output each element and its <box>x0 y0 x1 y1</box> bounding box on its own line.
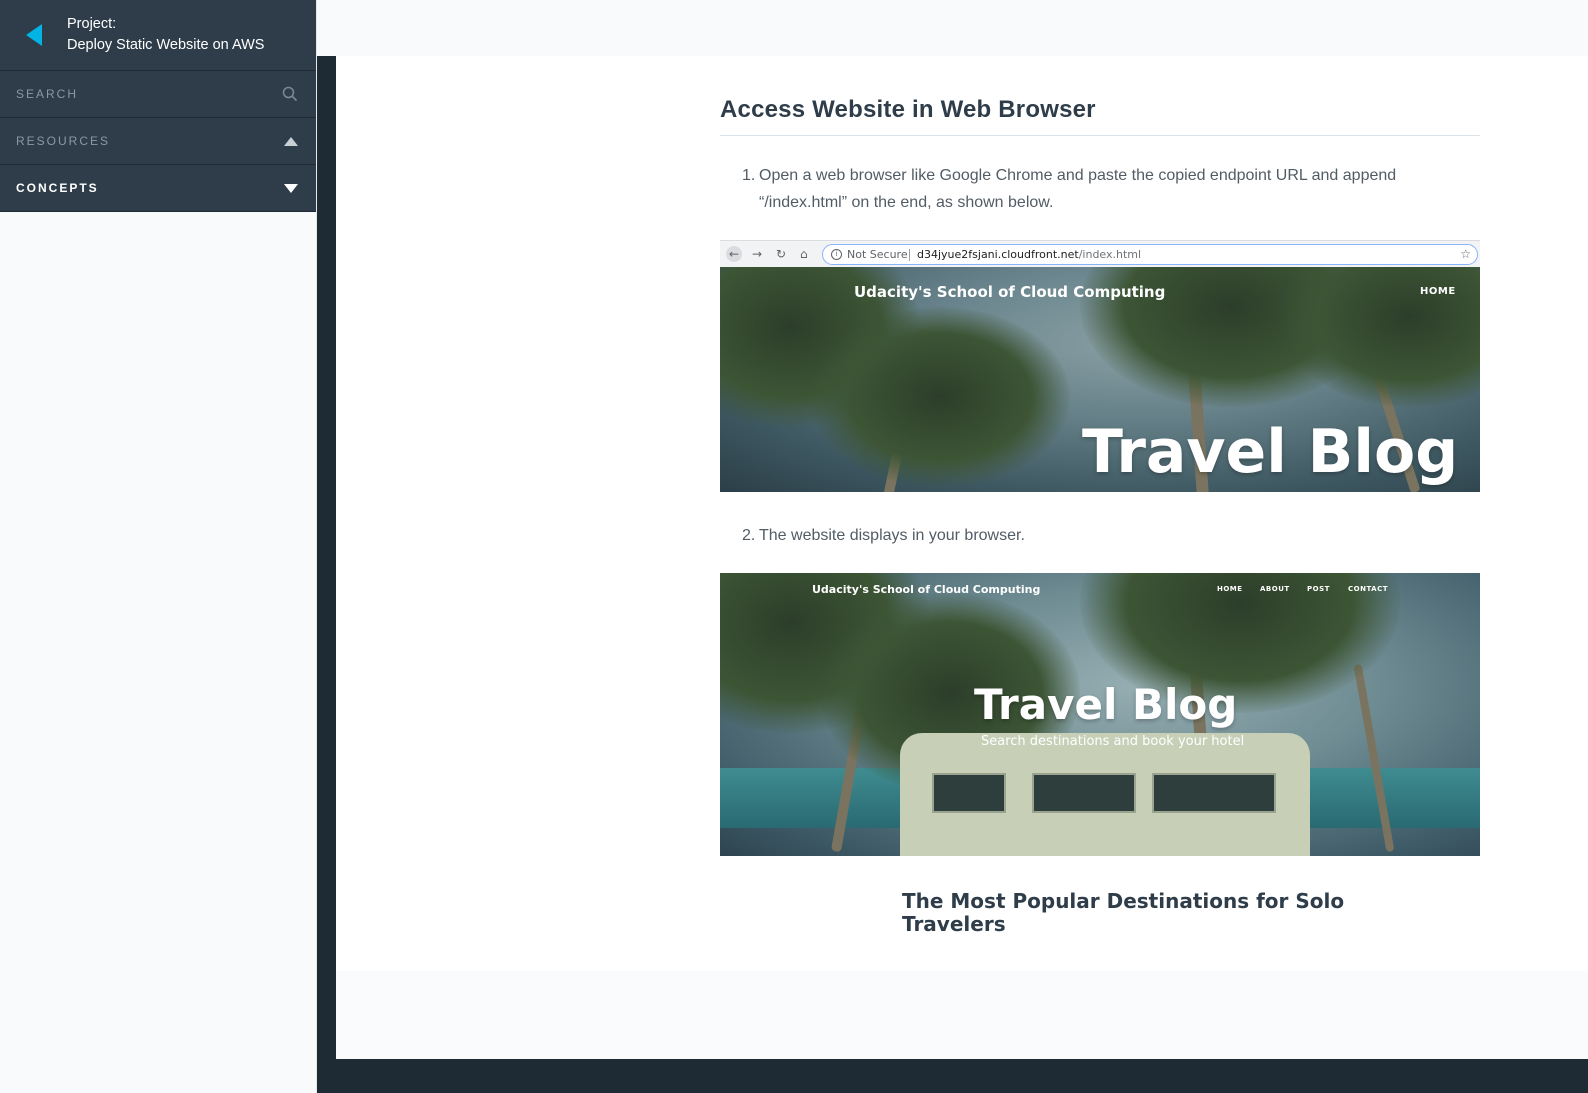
address-separator <box>909 249 910 261</box>
chevron-down-icon <box>284 183 298 193</box>
address-url: d34jyue2fsjani.cloudfront.net/index.html <box>917 245 1141 264</box>
project-info: Project: Deploy Static Website on AWS <box>67 14 264 56</box>
content-area[interactable]: Access Website in Web Browser 1. Open a … <box>336 56 1588 1059</box>
url-path: /index.html <box>1078 248 1142 261</box>
search-label: SEARCH <box>16 87 79 101</box>
section-title: Access Website in Web Browser <box>720 96 1096 123</box>
sidebar-item-resources[interactable]: RESOURCES <box>0 118 316 165</box>
url-host: d34jyue2fsjani.cloudfront.net <box>917 248 1079 261</box>
hero-title: Travel Blog <box>974 680 1238 729</box>
home-icon: ⌂ <box>800 247 808 261</box>
destinations-heading: The Most Popular Destinations for Solo T… <box>902 889 1345 936</box>
hero-image: Udacity's School of Cloud Computing HOME… <box>720 267 1480 492</box>
star-icon: ☆ <box>1460 247 1471 261</box>
search-icon <box>282 86 298 102</box>
hero-subtitle: Search destinations and book your hotel <box>981 734 1245 749</box>
sidebar-header: Project: Deploy Static Website on AWS <box>0 0 316 71</box>
info-icon: i <box>831 249 842 260</box>
van-window <box>1032 773 1136 813</box>
chevron-up-icon <box>284 136 298 146</box>
hero-nav-post: POST <box>1307 585 1330 593</box>
sidebar-item-concepts[interactable]: CONCEPTS <box>0 165 316 212</box>
forward-icon: → <box>752 247 763 261</box>
section-divider <box>720 135 1480 136</box>
not-secure-label: Not Secure <box>847 248 908 261</box>
concepts-label: CONCEPTS <box>16 181 99 195</box>
screenshot-browser-url: ← → ↻ ⌂ i Not Secure d34jyue2fsjani.clou… <box>720 240 1480 492</box>
resources-label: RESOURCES <box>16 134 111 148</box>
hero-nav-contact: CONTACT <box>1348 585 1389 593</box>
project-label: Project: <box>67 16 117 32</box>
project-name: Deploy Static Website on AWS <box>67 37 265 53</box>
sidebar-search[interactable]: SEARCH <box>0 71 316 118</box>
address-bar: i Not Secure d34jyue2fsjani.cloudfront.n… <box>822 244 1478 265</box>
palm-foliage <box>810 307 1070 487</box>
reload-icon: ↻ <box>776 247 787 261</box>
sidebar: Project: Deploy Static Website on AWS SE… <box>0 0 317 1093</box>
step-number: 1. <box>742 167 756 184</box>
screenshot-website: Udacity's School of Cloud Computing HOME… <box>720 573 1480 856</box>
hero-nav-home: HOME <box>1217 585 1243 593</box>
step-text: Open a web browser like Google Chrome an… <box>759 167 1397 211</box>
step-text: The website displays in your browser. <box>759 527 1025 544</box>
van-window <box>932 773 1006 813</box>
back-arrow-icon <box>25 24 42 46</box>
top-bar <box>317 0 1588 56</box>
step-2: 2. The website displays in your browser. <box>742 522 1442 549</box>
browser-toolbar: ← → ↻ ⌂ i Not Secure d34jyue2fsjani.clou… <box>720 240 1480 267</box>
content-card: Access Website in Web Browser 1. Open a … <box>336 56 1588 971</box>
van-window <box>1152 773 1276 813</box>
step-1: 1. Open a web browser like Google Chrome… <box>742 162 1442 216</box>
back-button[interactable] <box>0 0 67 70</box>
hero-title: Travel Blog <box>1082 417 1459 487</box>
hero-nav-home: HOME <box>1420 286 1456 297</box>
back-icon: ← <box>726 246 742 262</box>
hero-brand: Udacity's School of Cloud Computing <box>812 583 1041 596</box>
step-number: 2. <box>742 527 756 544</box>
hero-nav-about: ABOUT <box>1260 585 1290 593</box>
hero-brand: Udacity's School of Cloud Computing <box>854 283 1166 301</box>
